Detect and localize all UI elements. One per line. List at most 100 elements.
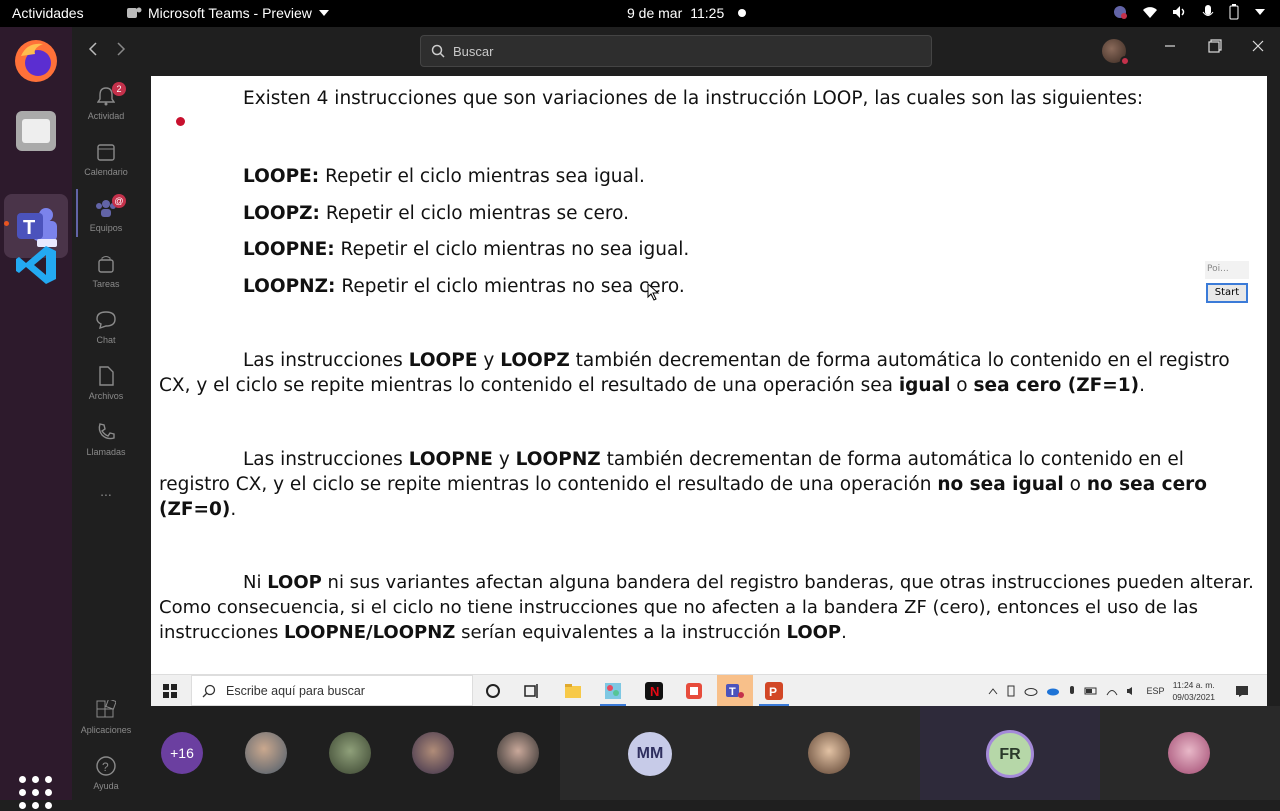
- close-button[interactable]: [1252, 39, 1264, 57]
- teams-taskbar-icon[interactable]: T: [726, 682, 744, 700]
- svg-text:P: P: [769, 685, 777, 699]
- powerpoint-icon[interactable]: P: [765, 682, 783, 700]
- participant-tile[interactable]: MM: [560, 706, 740, 800]
- minimize-icon: [1165, 45, 1175, 47]
- clock[interactable]: 9 de mar 11:25: [627, 5, 747, 21]
- tasks-icon: [98, 256, 114, 273]
- cortana-icon[interactable]: [484, 682, 502, 700]
- maximize-button[interactable]: [1208, 39, 1222, 58]
- text-run: Ni: [243, 572, 268, 593]
- intro-text: Existen 4 instrucciones que son variacio…: [243, 88, 1144, 109]
- avatar[interactable]: [412, 732, 454, 774]
- list-desc: Repetir el ciclo mientras sea igual.: [319, 166, 645, 187]
- avatar[interactable]: [329, 732, 371, 774]
- search-icon: [202, 684, 216, 697]
- paint-icon[interactable]: [604, 682, 622, 700]
- rail-item-actividad[interactable]: 2 Actividad: [72, 82, 140, 121]
- teams-app-bar: 2 Actividad Calendario @ Equipos Tareas …: [72, 27, 140, 800]
- clock-time: 11:25: [690, 5, 725, 21]
- activities-button[interactable]: Actividades: [12, 5, 84, 21]
- app-name: Microsoft Teams - Preview: [148, 5, 312, 21]
- bold-run: LOOPNE/LOOPNZ: [284, 622, 456, 643]
- cloud-icon: [1024, 687, 1038, 696]
- app-menu[interactable]: Microsoft Teams - Preview: [126, 5, 330, 21]
- help-button[interactable]: ? Ayuda: [72, 755, 140, 791]
- volume-icon: [1127, 686, 1133, 695]
- ubuntu-dock: T: [0, 27, 72, 809]
- rail-item-label: Archivos: [88, 391, 124, 401]
- minimize-button[interactable]: [1164, 39, 1176, 57]
- svg-text:T: T: [729, 686, 736, 698]
- list-item: LOOPNE: Repetir el ciclo mientras no sea…: [243, 237, 689, 262]
- chevron-right-icon: [117, 42, 126, 56]
- paragraph-loope: Las instrucciones LOOPE y LOOPZ también …: [159, 348, 1249, 398]
- volume-icon: [1173, 6, 1185, 18]
- windows-start-icon[interactable]: [163, 684, 177, 698]
- chevron-up-icon: [989, 687, 998, 694]
- file-explorer-icon[interactable]: [564, 682, 582, 700]
- netflix-icon[interactable]: N: [645, 682, 663, 700]
- language-indicator[interactable]: ESP: [1146, 686, 1164, 696]
- windows-date: 09/03/2021: [1172, 691, 1215, 702]
- firefox-launcher[interactable]: [12, 37, 60, 85]
- windows-clock[interactable]: 11:24 a. m. 09/03/2021: [1172, 679, 1215, 703]
- teams-tray-icon: [1114, 6, 1127, 19]
- system-tray[interactable]: [1112, 4, 1266, 20]
- screen-recorder-icon[interactable]: [685, 682, 703, 700]
- microphone-icon: [1202, 5, 1214, 16]
- show-applications-icon[interactable]: [18, 775, 54, 811]
- windows-search-input[interactable]: Escribe aquí para buscar: [191, 675, 473, 706]
- participant-initials: MM: [628, 732, 672, 776]
- avatar: [1168, 732, 1210, 774]
- text-run: y: [492, 449, 516, 470]
- profile-avatar[interactable]: [1102, 39, 1130, 66]
- rail-item-label: Calendario: [84, 167, 128, 177]
- shared-screen: Existen 4 instrucciones que son variacio…: [151, 76, 1267, 706]
- search-placeholder: Buscar: [453, 43, 494, 59]
- rail-item-archivos[interactable]: Archivos: [72, 365, 140, 401]
- list-desc: Repetir el ciclo mientras no sea cero.: [335, 276, 685, 297]
- forward-button[interactable]: [116, 42, 126, 61]
- rail-item-calendario[interactable]: Calendario: [72, 141, 140, 177]
- avatar[interactable]: [245, 732, 287, 774]
- rail-item-tareas[interactable]: Tareas: [72, 253, 140, 289]
- apps-label: Aplicaciones: [80, 725, 132, 735]
- bold-run: igual: [898, 375, 951, 396]
- rail-item-equipos[interactable]: @ Equipos: [72, 194, 140, 233]
- close-icon: [1252, 40, 1264, 52]
- notification-dot-icon: [738, 9, 747, 17]
- chevron-down-icon: [318, 10, 329, 16]
- windows-system-tray[interactable]: ESP 11:24 a. m. 09/03/2021: [988, 675, 1249, 706]
- files-launcher[interactable]: [12, 107, 60, 155]
- chat-icon: [96, 311, 116, 329]
- more-participants-button[interactable]: +16: [161, 732, 203, 774]
- vscode-launcher[interactable]: [12, 241, 60, 289]
- chevron-left-icon: [88, 42, 97, 56]
- search-input[interactable]: Buscar: [420, 35, 932, 67]
- help-icon: ?: [96, 756, 116, 776]
- avatar[interactable]: [497, 732, 539, 774]
- more-apps-button[interactable]: ...: [72, 483, 140, 499]
- text-run: serían equivalentes a la instrucción: [455, 622, 787, 643]
- onedrive-icon: [1047, 688, 1060, 695]
- list-term: LOOPNZ:: [243, 276, 336, 297]
- participant-tile-speaking[interactable]: FR: [920, 706, 1100, 800]
- list-desc: Repetir el ciclo mientras no sea igual.: [334, 239, 690, 260]
- apps-icon: [96, 700, 116, 718]
- firefox-icon: [15, 40, 57, 82]
- action-center-icon: [1236, 685, 1248, 697]
- task-view-icon[interactable]: [523, 682, 541, 700]
- list-desc: Repetir el ciclo mientras se cero.: [319, 203, 629, 224]
- list-item: LOOPNZ: Repetir el ciclo mientras no sea…: [243, 274, 685, 299]
- rail-item-chat[interactable]: Chat: [72, 309, 140, 345]
- rail-item-llamadas[interactable]: Llamadas: [72, 421, 140, 457]
- start-button[interactable]: Start: [1206, 283, 1248, 303]
- bold-run: LOOP: [267, 572, 322, 593]
- back-button[interactable]: [88, 42, 98, 61]
- participant-tile[interactable]: [740, 706, 920, 800]
- list-item: LOOPZ: Repetir el ciclo mientras se cero…: [243, 201, 629, 226]
- system-menu-chevron-icon: [1255, 9, 1265, 15]
- apps-button[interactable]: Aplicaciones: [72, 699, 140, 735]
- participant-tile[interactable]: [1100, 706, 1280, 800]
- teams-header: Buscar: [88, 27, 1280, 75]
